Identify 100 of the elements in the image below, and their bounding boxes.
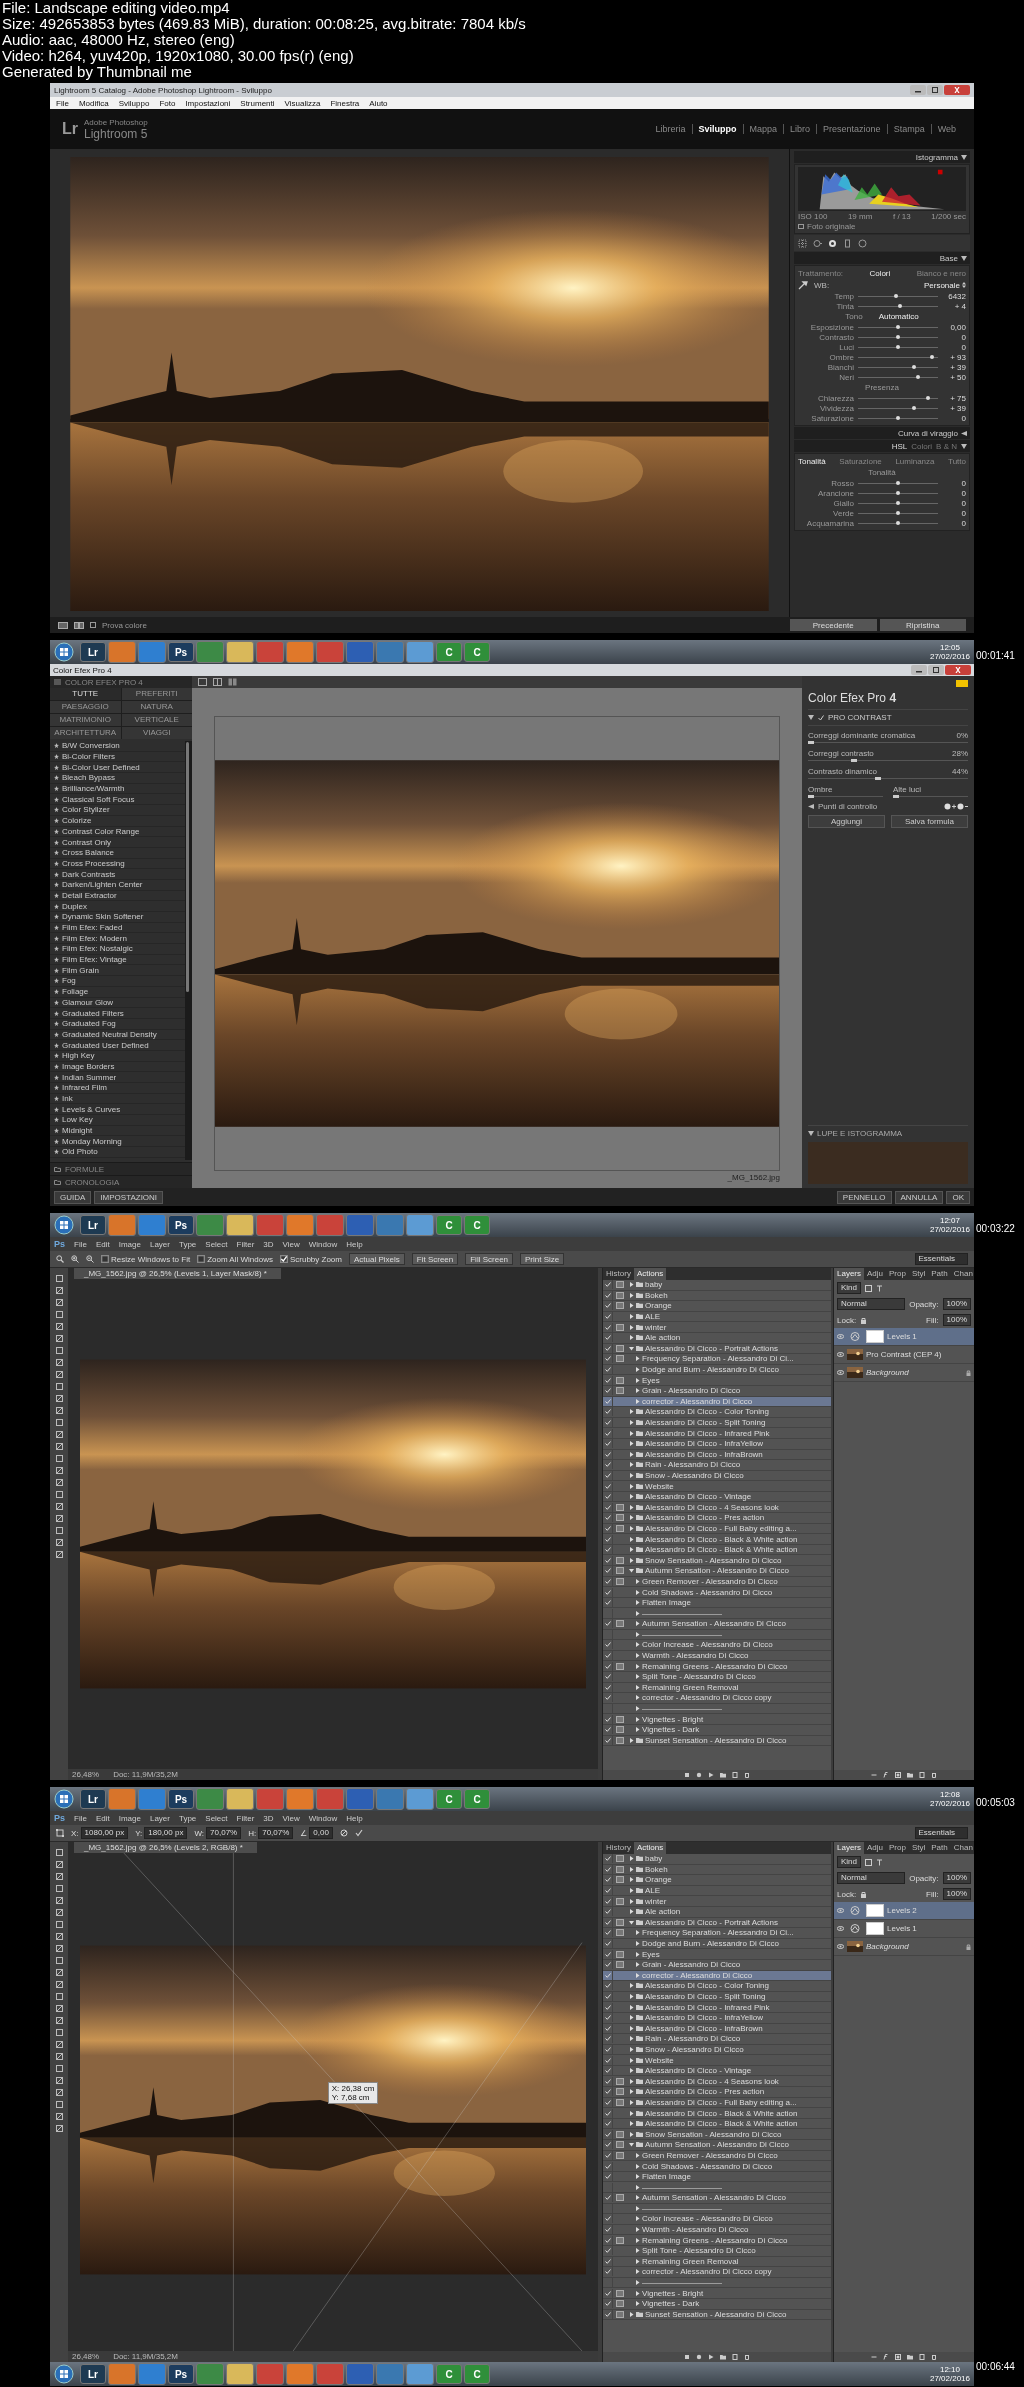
- expand-triangle-icon[interactable]: [629, 1983, 634, 1989]
- dialog-toggle[interactable]: [615, 2299, 624, 2309]
- toggle-checkbox[interactable]: [603, 1598, 613, 1608]
- stop-icon[interactable]: [684, 2354, 690, 2360]
- toggle-checkbox[interactable]: [603, 1875, 613, 1885]
- expand-triangle-icon[interactable]: [629, 1568, 634, 1574]
- folder-icon[interactable]: [720, 2354, 726, 2360]
- tool-icon[interactable]: [54, 1430, 64, 1439]
- taskbar-button[interactable]: C: [464, 1215, 490, 1235]
- action-row[interactable]: Green Remover - Alessandro Di Cicco: [603, 2150, 831, 2162]
- action-row[interactable]: Alessandro Di Cicco - 4 Seasons look: [603, 2076, 831, 2088]
- layer-row[interactable]: Levels 1: [834, 1920, 974, 1938]
- menu-item[interactable]: Visualizza: [284, 98, 321, 108]
- menu-item[interactable]: Type: [178, 1813, 197, 1823]
- zoom-in-icon[interactable]: [71, 1255, 79, 1263]
- dialog-toggle[interactable]: [615, 1735, 624, 1745]
- record-icon[interactable]: [696, 1772, 702, 1778]
- rectangle-icon[interactable]: [843, 238, 852, 248]
- tool-icon[interactable]: [54, 1896, 64, 1905]
- new-item-icon[interactable]: [732, 1772, 738, 1778]
- footer-button[interactable]: IMPOSTAZIONI: [94, 1190, 164, 1204]
- folder-icon[interactable]: [907, 2354, 913, 2360]
- toggle-checkbox[interactable]: [603, 2045, 613, 2054]
- toggle-checkbox[interactable]: [603, 2172, 613, 2182]
- category-button[interactable]: VERTICALE: [121, 714, 192, 726]
- menu-item[interactable]: File: [74, 1813, 87, 1823]
- toggle-checkbox[interactable]: [603, 2225, 613, 2235]
- expand-triangle-icon[interactable]: [629, 1504, 634, 1510]
- expand-triangle-icon[interactable]: [629, 1525, 634, 1531]
- panel-tab[interactable]: Path: [928, 1268, 951, 1280]
- tool-icon[interactable]: [54, 2064, 64, 2073]
- expand-triangle-icon[interactable]: [629, 1409, 634, 1415]
- toggle-checkbox[interactable]: [603, 1386, 613, 1396]
- panel-button[interactable]: Precedente: [790, 619, 877, 631]
- toggle-checkbox[interactable]: [603, 2013, 613, 2023]
- panel-mode-tab[interactable]: Colori: [911, 441, 933, 451]
- action-row[interactable]: ——————————: [603, 1703, 831, 1715]
- dialog-toggle[interactable]: [615, 2288, 624, 2298]
- toggle-checkbox[interactable]: [603, 2087, 613, 2097]
- dialog-toggle[interactable]: [615, 1714, 624, 1724]
- toggle-checkbox[interactable]: [603, 2235, 613, 2245]
- filter-list-item[interactable]: Film Efex: Nostalgic: [50, 944, 185, 955]
- toggle-checkbox[interactable]: [603, 1418, 613, 1427]
- toggle-checkbox[interactable]: [603, 1333, 613, 1343]
- expand-triangle-icon[interactable]: [629, 1430, 634, 1436]
- menu-item[interactable]: 3D: [263, 1239, 274, 1249]
- option-button[interactable]: Fill Screen: [465, 1253, 514, 1265]
- eye-icon[interactable]: [837, 1926, 844, 1931]
- taskbar-button[interactable]: Ps: [168, 642, 194, 662]
- toggle-checkbox[interactable]: [603, 1460, 613, 1470]
- tool-icon[interactable]: [54, 1334, 64, 1343]
- action-row[interactable]: Alessandro Di Cicco - Pres action: [603, 2087, 831, 2098]
- fill-field[interactable]: 100%: [942, 1314, 971, 1326]
- eye-icon[interactable]: [837, 1944, 844, 1949]
- dialog-toggle[interactable]: [615, 1896, 624, 1906]
- expand-triangle-icon[interactable]: [629, 1441, 634, 1447]
- tool-icon[interactable]: [54, 1860, 64, 1869]
- toggle-checkbox[interactable]: [603, 1981, 613, 1991]
- panel-tab[interactable]: History: [603, 1842, 634, 1854]
- action-row[interactable]: Alessandro Di Cicco - InfraYellow: [603, 2012, 831, 2024]
- action-row[interactable]: Alessandro Di Cicco - Color Toning: [603, 1407, 831, 1418]
- dialog-toggle[interactable]: [615, 1928, 624, 1938]
- dialog-toggle[interactable]: [615, 1661, 624, 1671]
- expand-triangle-icon[interactable]: [629, 2311, 634, 2317]
- toggle-checkbox[interactable]: [603, 1375, 613, 1385]
- tool-icon[interactable]: [54, 2088, 64, 2097]
- action-row[interactable]: baby: [603, 1280, 831, 1291]
- dialog-toggle[interactable]: [615, 1322, 624, 1332]
- expand-triangle-icon[interactable]: [629, 1324, 634, 1330]
- tool-icon[interactable]: [54, 1920, 64, 1929]
- action-row[interactable]: Bokeh: [603, 1290, 831, 1302]
- filter-list-item[interactable]: Dynamic Skin Softener: [50, 912, 185, 923]
- action-row[interactable]: ——————————: [603, 2182, 831, 2193]
- input-field[interactable]: 180,00 px: [144, 1827, 188, 1839]
- play-icon[interactable]: [708, 2354, 714, 2360]
- action-row[interactable]: Color Increase - Alessandro Di Cicco: [603, 1640, 831, 1651]
- category-button[interactable]: TUTTE: [50, 688, 121, 700]
- panel-tab[interactable]: Adju: [864, 1268, 887, 1280]
- stop-icon[interactable]: [684, 1772, 690, 1778]
- toggle-checkbox[interactable]: [603, 1312, 613, 1322]
- toggle-checkbox[interactable]: [603, 1992, 613, 2001]
- expand-triangle-icon[interactable]: [629, 1462, 634, 1468]
- action-row[interactable]: Remaining Green Removal: [603, 2256, 831, 2268]
- dialog-toggle[interactable]: [615, 1301, 624, 1311]
- taskbar-button[interactable]: Ps: [168, 1789, 194, 1809]
- action-row[interactable]: Bokeh: [603, 1864, 831, 1876]
- start-button[interactable]: [54, 2364, 74, 2384]
- dialog-toggle[interactable]: [615, 1354, 624, 1364]
- filter-list-item[interactable]: Indian Summer: [50, 1072, 185, 1083]
- dialog-toggle[interactable]: [615, 1280, 624, 1290]
- tool-icon[interactable]: [54, 2016, 64, 2025]
- expand-triangle-icon[interactable]: [629, 1994, 634, 1999]
- toggle-checkbox[interactable]: [603, 2034, 613, 2044]
- maximize-button[interactable]: [927, 85, 943, 95]
- tool-icon[interactable]: [54, 1502, 64, 1511]
- menu-item[interactable]: Type: [178, 1239, 197, 1249]
- play-icon[interactable]: [708, 1772, 714, 1778]
- toggle-checkbox[interactable]: [603, 1492, 613, 1502]
- panel-button[interactable]: Aggiungi: [808, 815, 885, 828]
- toggle-checkbox[interactable]: [603, 1886, 613, 1896]
